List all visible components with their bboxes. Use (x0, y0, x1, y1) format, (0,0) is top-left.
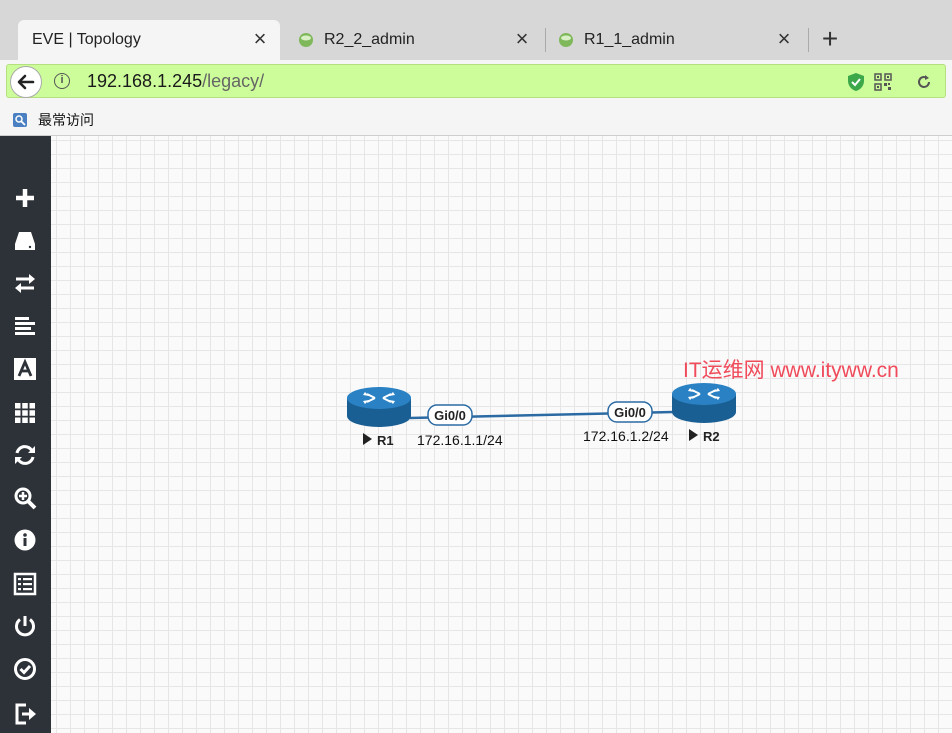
url-text[interactable]: 192.168.1.245/legacy/ (87, 71, 264, 92)
bookmark-folder-icon (13, 113, 27, 127)
refresh-icon[interactable] (13, 443, 37, 467)
tab-title: R2_2_admin (324, 31, 415, 48)
grid-icon[interactable] (13, 401, 37, 425)
drive-icon[interactable] (13, 229, 37, 253)
check-circle-icon[interactable] (13, 657, 37, 681)
tab-r1-admin[interactable]: R1_1_admin × (548, 20, 804, 60)
topology-graph: Gi0/0 Gi0/0 R1 R2 172.16.1.1/24 172.16.1… (347, 383, 736, 448)
zoom-icon[interactable] (13, 486, 37, 510)
info-icon[interactable] (13, 528, 37, 552)
terminal-favicon-icon (559, 33, 573, 47)
node-name-r1[interactable]: R1 (377, 433, 394, 448)
ip-label-r1: 172.16.1.1/24 (417, 432, 503, 448)
interface-badge-r2[interactable]: Gi0/0 (607, 401, 653, 423)
watermark: IT运维网 www.ityww.cn (683, 359, 899, 382)
reload-icon[interactable] (915, 73, 933, 91)
close-icon[interactable]: × (512, 28, 532, 50)
topology-canvas[interactable]: Gi0/0 Gi0/0 R1 R2 172.16.1.1/24 172.16.1… (51, 136, 952, 733)
node-name-r2[interactable]: R2 (703, 429, 720, 444)
shield-icon[interactable] (847, 72, 865, 92)
tab-separator (545, 28, 546, 52)
terminal-favicon-icon (299, 33, 313, 47)
close-icon[interactable]: × (250, 28, 270, 50)
router-r2-icon[interactable] (672, 383, 736, 423)
tab-title: R1_1_admin (584, 31, 675, 48)
back-button[interactable] (10, 66, 42, 98)
tab-bar: EVE | Topology × R2_2_admin × R1_1_admin… (0, 0, 952, 60)
plus-icon[interactable] (13, 186, 37, 210)
bookmark-label: 最常访问 (38, 112, 94, 128)
interface-badge-r1[interactable]: Gi0/0 (427, 404, 473, 426)
address-bar[interactable]: i 192.168.1.245/legacy/ (6, 64, 946, 98)
qr-code-icon[interactable] (874, 73, 892, 91)
transfer-icon[interactable] (13, 271, 37, 295)
play-icon (689, 429, 698, 441)
tab-separator (808, 28, 809, 52)
bookmarks-bar: 最常访问 (0, 104, 952, 136)
site-info-icon[interactable]: i (54, 73, 70, 89)
tab-eve-topology[interactable]: EVE | Topology × (18, 20, 280, 60)
font-icon[interactable] (13, 357, 37, 381)
new-tab-button[interactable]: + (817, 25, 843, 53)
sign-out-icon[interactable] (13, 702, 37, 726)
nav-bar: i 192.168.1.245/legacy/ (0, 60, 952, 104)
tab-title: EVE | Topology (32, 31, 141, 48)
align-left-icon[interactable] (13, 314, 37, 338)
ip-label-r2: 172.16.1.2/24 (583, 428, 669, 444)
interface-label: Gi0/0 (614, 405, 646, 420)
close-icon[interactable]: × (774, 28, 794, 50)
interface-label: Gi0/0 (434, 408, 466, 423)
list-icon[interactable] (13, 572, 37, 596)
play-icon (363, 433, 372, 445)
power-icon[interactable] (13, 614, 37, 638)
router-r1-icon[interactable] (347, 387, 411, 427)
url-host: 192.168.1.245 (87, 71, 203, 91)
tab-r2-admin[interactable]: R2_2_admin × (286, 20, 542, 60)
eve-sidebar (0, 136, 51, 733)
arrow-left-icon (17, 74, 35, 90)
url-path: /legacy/ (202, 71, 265, 91)
bookmark-most-visited[interactable]: 最常访问 (12, 110, 94, 130)
